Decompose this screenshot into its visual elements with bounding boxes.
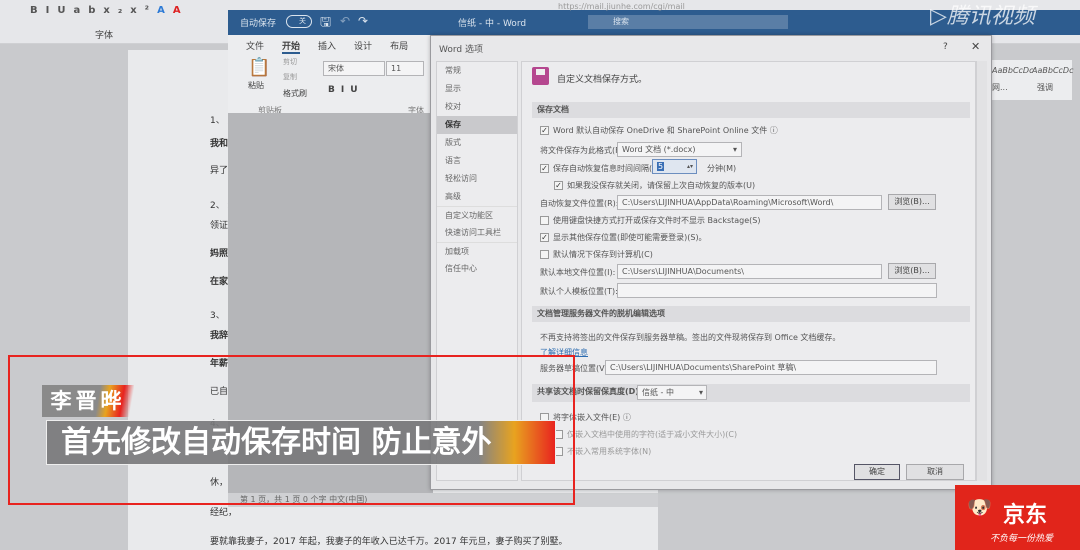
tencent-video-watermark: ▷腾讯视频 bbox=[930, 4, 1035, 29]
nav-proofing[interactable]: 校对 bbox=[437, 98, 517, 116]
search-box[interactable]: 搜索 bbox=[588, 15, 788, 29]
autorecover-option[interactable]: ✓ 保存自动恢复信息时间间隔(A) bbox=[540, 163, 661, 174]
save-options-panel: 自定义文档保存方式。 保存文档 ✓ Word 默认自动保存 OneDrive 和 … bbox=[521, 61, 976, 481]
panel-header: 自定义文档保存方式。 bbox=[557, 75, 648, 85]
panel-scrollbar[interactable] bbox=[976, 61, 987, 481]
format-painter-button[interactable]: 格式刷 bbox=[283, 88, 307, 99]
autorecover-location-label: 自动恢复文件位置(R): bbox=[540, 199, 619, 208]
autorecover-minutes-spinner[interactable]: 5 ▴▾ bbox=[652, 159, 697, 174]
font-format-buttons-front[interactable]: BIU bbox=[328, 85, 364, 95]
font-size-select[interactable]: 11 bbox=[386, 61, 424, 76]
fidelity-document-select[interactable]: 信纸 - 中 ▾ bbox=[637, 385, 707, 400]
tab-home[interactable]: 开始 bbox=[282, 39, 301, 54]
keep-last-version-option[interactable]: ✓ 如果我没保存就关闭，请保留上次自动恢复的版本(U) bbox=[554, 180, 755, 191]
tab-file[interactable]: 文件 bbox=[246, 39, 264, 54]
backstage-option[interactable]: 使用键盘快捷方式打开或保存文件时不显示 Backstage(S) bbox=[540, 215, 761, 226]
format-label: 将文件保存为此格式(F): bbox=[540, 146, 626, 155]
autorecover-location-input[interactable]: C:\Users\LIJINHUA\AppData\Roaming\Micros… bbox=[617, 195, 882, 210]
nav-accessibility[interactable]: 轻松访问 bbox=[437, 170, 517, 188]
save-icon[interactable]: 🖫 bbox=[320, 13, 331, 35]
section-save-documents: 保存文档 bbox=[532, 102, 970, 118]
offline-info-text: 不再支持将签出的文件保存到服务器草稿。签出的文件现将保存到 Office 文档缓… bbox=[540, 333, 841, 342]
nav-advanced[interactable]: 高级 bbox=[437, 188, 517, 206]
local-location-input[interactable]: C:\Users\LIJINHUA\Documents\ bbox=[617, 264, 882, 279]
nav-typography[interactable]: 版式 bbox=[437, 134, 517, 152]
nav-trust-center[interactable]: 信任中心 bbox=[437, 260, 517, 278]
template-location-label: 默认个人模板位置(T): bbox=[540, 287, 618, 296]
jd-mascot-icon: 🐶 bbox=[967, 495, 992, 519]
tab-insert[interactable]: 插入 bbox=[318, 39, 336, 54]
font-name-select[interactable]: 宋体 bbox=[323, 61, 385, 76]
ok-button[interactable]: 确定 bbox=[854, 464, 900, 480]
section-offline-editing: 文档管理服务器文件的脱机编辑选项 bbox=[532, 306, 970, 322]
dialog-title: Word 选项 bbox=[439, 45, 483, 55]
nav-general[interactable]: 常规 bbox=[437, 62, 517, 80]
copy-button[interactable]: 复制 bbox=[283, 72, 297, 82]
show-other-locations-option[interactable]: ✓ 显示其他保存位置(即使可能需要登录)(S)。 bbox=[540, 232, 707, 243]
nav-addins[interactable]: 加载项 bbox=[437, 242, 517, 260]
styles-gallery[interactable]: AaBbCcDc AaBbCcDc 网... 强调 bbox=[992, 60, 1073, 100]
browse-autorecover-button[interactable]: 浏览(B)... bbox=[888, 194, 936, 210]
local-location-label: 默认本地文件位置(I): bbox=[540, 268, 616, 277]
nav-display[interactable]: 显示 bbox=[437, 80, 517, 98]
font-group-label: 字体 bbox=[95, 31, 114, 41]
close-button[interactable]: ✕ bbox=[971, 40, 980, 53]
paste-icon[interactable]: 📋 bbox=[248, 57, 270, 78]
drafts-location-input[interactable]: C:\Users\LIJINHUA\Documents\SharePoint 草… bbox=[605, 360, 937, 375]
minutes-label: 分钟(M) bbox=[707, 164, 737, 173]
nav-save[interactable]: 保存 bbox=[437, 116, 517, 134]
nav-language[interactable]: 语言 bbox=[437, 152, 517, 170]
tab-layout[interactable]: 布局 bbox=[390, 39, 408, 54]
template-location-input[interactable] bbox=[617, 283, 937, 298]
jd-sponsor-logo: 🐶 京东 不负每一份热爱 bbox=[955, 485, 1080, 550]
cut-button[interactable]: 剪切 bbox=[283, 57, 297, 67]
word-ribbon: 文件 开始 插入 设计 布局 📋 粘贴 剪切 复制 格式刷 剪贴板 宋体 11 … bbox=[228, 35, 438, 115]
url-text: https://mail.jiunhe.com/cgi/mail bbox=[558, 2, 685, 11]
save-to-computer-option[interactable]: 默认情况下保存到计算机(C) bbox=[540, 249, 653, 260]
subtitle-caption: 首先修改自动保存时间 防止意外 bbox=[46, 420, 556, 465]
autosave-label: 自动保存 bbox=[240, 19, 277, 29]
tab-design[interactable]: 设计 bbox=[354, 39, 372, 54]
embed-used-chars-option[interactable]: 仅嵌入文档中使用的字符(适于减小文件大小)(C) bbox=[554, 429, 737, 440]
cancel-button[interactable]: 取消 bbox=[906, 464, 964, 480]
section-fidelity: 共享该文档时保留保真度(D): bbox=[532, 384, 970, 402]
help-button[interactable]: ? bbox=[943, 42, 948, 52]
autosave-toggle[interactable]: 关 bbox=[286, 15, 312, 28]
save-disk-icon bbox=[532, 67, 549, 85]
paste-button[interactable]: 粘贴 bbox=[248, 80, 264, 91]
redo-icon[interactable]: ↷ bbox=[358, 14, 368, 28]
ribbon-tabs: 文件 开始 插入 设计 布局 bbox=[246, 39, 408, 54]
font-format-buttons[interactable]: BIUabx₂x²AA bbox=[30, 5, 189, 16]
save-format-select[interactable]: Word 文档 (*.docx) ▾ bbox=[617, 142, 742, 157]
undo-icon[interactable]: ↶ bbox=[340, 14, 350, 28]
nav-customize-ribbon[interactable]: 自定义功能区 bbox=[437, 206, 517, 224]
nav-quick-access-toolbar[interactable]: 快速访问工具栏 bbox=[437, 224, 517, 242]
speaker-name-tag: 李晋晔 bbox=[42, 385, 134, 417]
browse-local-button[interactable]: 浏览(B)... bbox=[888, 263, 936, 279]
onedrive-autosave-option[interactable]: ✓ Word 默认自动保存 OneDrive 和 SharePoint Onlin… bbox=[540, 125, 778, 136]
document-title: 信纸 - 中 - Word bbox=[458, 19, 527, 29]
